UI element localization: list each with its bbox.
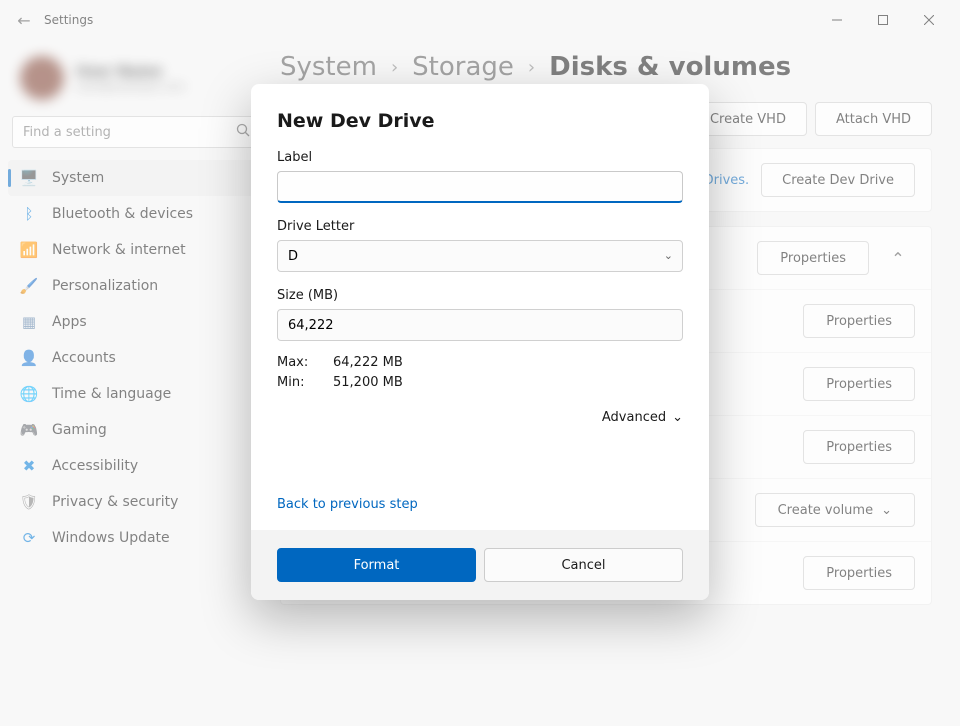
max-label: Max: — [277, 355, 313, 370]
size-label: Size (MB) — [277, 288, 683, 303]
drive-letter-select[interactable]: D — [277, 240, 683, 272]
label-input[interactable] — [277, 171, 683, 203]
dialog-wrap: New Dev Drive Label Drive Letter D ⌄ Siz… — [0, 0, 960, 726]
chevron-down-icon: ⌄ — [664, 249, 673, 262]
dialog-footer: Format Cancel — [251, 530, 709, 600]
format-button[interactable]: Format — [277, 548, 476, 582]
size-limits: Max: 64,222 MB Min: 51,200 MB — [277, 355, 683, 390]
min-label: Min: — [277, 375, 313, 390]
new-dev-drive-dialog: New Dev Drive Label Drive Letter D ⌄ Siz… — [251, 84, 709, 600]
advanced-toggle[interactable]: Advanced ⌄ — [277, 410, 683, 425]
dialog-title: New Dev Drive — [277, 110, 683, 132]
label-field-label: Label — [277, 150, 683, 165]
drive-letter-label: Drive Letter — [277, 219, 683, 234]
cancel-button[interactable]: Cancel — [484, 548, 683, 582]
size-input[interactable] — [277, 309, 683, 341]
max-value: 64,222 MB — [333, 355, 403, 370]
min-value: 51,200 MB — [333, 375, 403, 390]
back-to-previous-link[interactable]: Back to previous step — [277, 497, 418, 512]
chevron-down-icon: ⌄ — [672, 410, 683, 425]
